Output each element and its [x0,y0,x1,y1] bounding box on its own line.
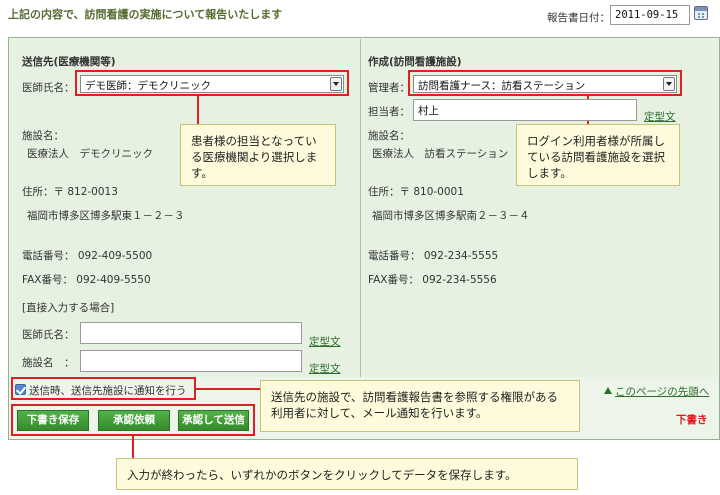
manager-callout: ログイン利用者様が所属している訪問看護施設を選択します。 [516,124,680,186]
creator-panel-title: 作成(訪問看護施設) [368,56,462,68]
creator-fax: FAX番号： 092-234-5556 [368,274,497,286]
sender-panel-title: 送信先(医療機関等) [22,56,116,68]
creator-facility-value: 医療法人 訪看ステーション [372,148,509,160]
report-date-input[interactable] [610,5,690,25]
draft-status: 下書き [676,414,708,426]
sender-address-label: 住所：〒 812-0013 [22,186,118,198]
manager-label: 管理者： [368,82,410,94]
doctor-callout: 患者様の担当となっている医療機関より選択します。 [180,124,336,186]
up-arrow-icon [604,387,612,394]
creator-address-value: 福岡市博多区博多駅南２－３－４ [372,210,530,222]
report-date-label: 報告書日付： [547,12,610,24]
sender-facility-value: 医療法人 デモクリニック [27,148,153,160]
sender-fax: FAX番号： 092-409-5550 [22,274,151,286]
notify-callout: 送信先の施設で、訪問看護報告書を参照する権限がある利用者に対して、メール通知を行… [260,380,580,432]
callout-connector [196,388,260,390]
direct-facility-input[interactable] [80,350,302,372]
creator-address-label: 住所：〒 810-0001 [368,186,464,198]
buttons-highlight [11,404,255,436]
direct-facility-label: 施設名 ： [22,357,75,369]
doctor-template-link[interactable]: 定型文 [309,334,341,349]
buttons-callout: 入力が終わったら、いずれかのボタンをクリックしてデータを保存します。 [116,458,578,490]
sender-phone: 電話番号： 092-409-5500 [22,250,153,262]
doctor-highlight [75,70,349,96]
doctor-label: 医師氏名： [22,82,75,94]
facility-template-link[interactable]: 定型文 [309,361,341,376]
manager-highlight [408,70,682,96]
direct-input-label: [直接入力する場合] [22,302,115,314]
callout-connector [132,436,134,458]
creator-facility-label: 施設名： [368,130,410,142]
sender-facility-label: 施設名： [22,130,64,142]
sender-address-value: 福岡市博多区博多駅東１－２－３ [27,210,185,222]
notify-highlight [11,377,196,400]
callout-connector [197,96,199,124]
page-top-label: このページの先頭へ [615,386,710,398]
page-top-link[interactable]: このページの先頭へ [604,384,709,399]
staff-template-link[interactable]: 定型文 [644,109,676,124]
calendar-icon[interactable] [694,6,708,20]
staff-label: 担当者： [368,106,410,118]
staff-input[interactable] [413,99,637,121]
direct-doctor-label: 医師氏名： [22,329,75,341]
direct-doctor-input[interactable] [80,322,302,344]
creator-phone: 電話番号： 092-234-5555 [368,250,499,262]
intro-text: 上記の内容で、訪問看護の実施について報告いたします [8,8,283,21]
